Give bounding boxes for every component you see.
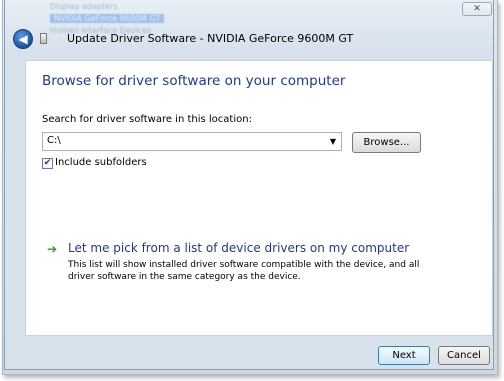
close-button[interactable]: ✕ bbox=[462, 2, 492, 16]
device-icon bbox=[40, 33, 47, 44]
page-heading: Browse for driver software on your compu… bbox=[42, 73, 346, 89]
cancel-button[interactable]: Cancel bbox=[438, 346, 490, 365]
location-label: Search for driver software in this locat… bbox=[42, 114, 252, 125]
pick-from-list-description: This list will show installed driver sof… bbox=[68, 260, 420, 282]
pick-from-list-link[interactable]: Let me pick from a list of device driver… bbox=[68, 241, 409, 255]
background-item-selected: NVIDIA GeForce 9600M GT bbox=[50, 14, 165, 23]
location-value[interactable]: C:\ bbox=[47, 135, 61, 146]
screen: Display adapters NVIDIA GeForce 9600M GT… bbox=[0, 0, 504, 381]
next-button[interactable]: Next bbox=[378, 346, 430, 365]
include-subfolders-checkbox[interactable]: ✔ bbox=[42, 158, 53, 169]
include-subfolders-label[interactable]: Include subfolders bbox=[55, 157, 147, 168]
window-title: Update Driver Software - NVIDIA GeForce … bbox=[67, 32, 354, 45]
back-button[interactable]: ◀ bbox=[13, 29, 33, 49]
location-combobox[interactable]: C:\ ▼ bbox=[42, 132, 342, 151]
green-arrow-icon[interactable]: ➔ bbox=[47, 242, 57, 256]
chevron-down-icon[interactable]: ▼ bbox=[327, 136, 339, 148]
update-driver-dialog: Display adapters NVIDIA GeForce 9600M GT… bbox=[4, 0, 494, 370]
browse-button[interactable]: Browse... bbox=[352, 132, 421, 153]
background-item: Display adapters bbox=[50, 2, 118, 11]
content-panel: Browse for driver software on your compu… bbox=[25, 60, 493, 336]
